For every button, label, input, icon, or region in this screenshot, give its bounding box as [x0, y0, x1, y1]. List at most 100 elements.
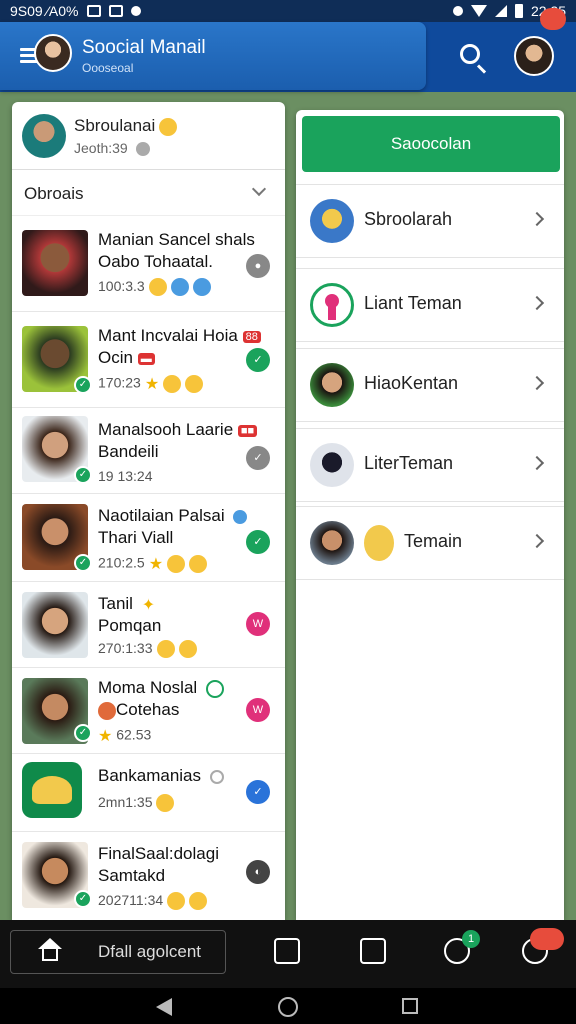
contact-name: Bankamanias	[98, 766, 224, 786]
contact-item[interactable]: ✓ Naotilaian Palsai Thari Viall 210:2.5 ★…	[12, 494, 285, 582]
status-bar: 9S09 ⁄A0% 22:25	[0, 0, 576, 22]
emoji-icon	[185, 375, 204, 393]
status-icon[interactable]: ✓	[246, 780, 270, 804]
contact-time: 100:3.3	[98, 278, 211, 297]
section-title: Obroais	[24, 184, 84, 203]
menu-item-label: Temain	[404, 531, 463, 551]
search-icon	[460, 44, 480, 64]
chevron-right-icon	[529, 533, 545, 549]
contact-time: 2mn1:35	[98, 794, 175, 813]
emoji-icon	[98, 701, 116, 720]
contact-time: ★ 62.53	[98, 726, 152, 745]
sparkle-icon: ✦	[141, 596, 156, 614]
contact-name: Mant Incvalai Hoia 88	[98, 326, 261, 346]
search-button[interactable]	[456, 40, 492, 76]
primary-action-button[interactable]: Saoocolan	[302, 116, 560, 172]
ribbon-icon	[310, 283, 354, 327]
contact-item[interactable]: Bankamanias 2mn1:35 ✓	[12, 754, 285, 832]
friend-menu-item[interactable]: HiaoKentan	[296, 348, 564, 422]
contact-subtitle: Thari Viall	[98, 528, 174, 547]
battery-icon	[514, 4, 523, 18]
globe-emoji-icon	[170, 278, 189, 297]
home-icon[interactable]	[38, 938, 62, 962]
contact-name: FinalSaal:dolagi	[98, 844, 219, 863]
status-icon[interactable]: ✓	[246, 530, 270, 554]
status-icon[interactable]: ✓	[246, 348, 270, 372]
app-bar: Soocial Manail Oooseoal	[0, 22, 576, 92]
friend-menu-item[interactable]: Sbroolarah	[296, 184, 564, 258]
friends-panel: Saoocolan Sbroolarah Liant Teman HiaoKen…	[296, 110, 564, 920]
app-title: Soocial Manail	[82, 37, 206, 58]
emoji-icon	[156, 794, 175, 813]
chevron-down-icon	[251, 181, 267, 197]
alarm-icon	[452, 6, 463, 16]
friend-menu-item[interactable]: LiterTeman	[296, 428, 564, 502]
emoji-icon	[163, 375, 182, 393]
menu-item-label: HiaoKentan	[364, 373, 459, 393]
contact-time: 170:23 ★	[98, 374, 204, 394]
bag-icon[interactable]	[274, 938, 300, 964]
avatar	[22, 592, 88, 658]
contact-item[interactable]: ✓ FinalSaal:dolagi Samtakd 202711:34 ◐	[12, 832, 285, 920]
star-icon: ★	[144, 376, 160, 393]
status-icon[interactable]: W	[246, 698, 270, 722]
chat-icon[interactable]	[360, 938, 386, 964]
contact-item[interactable]: ✓ Manalsooh Laarie ■■ Bandeili 19 13:24 …	[12, 408, 285, 494]
smiley-outline-icon	[205, 679, 224, 698]
contact-item[interactable]: Manian Sancel shals Oabo Tohaatal. 100:3…	[12, 216, 285, 312]
contact-subtitle: Pomqan	[98, 616, 162, 635]
chevron-right-icon	[529, 375, 545, 391]
circle-home-icon[interactable]	[278, 997, 298, 1017]
menu-item-label: Sbroolarah	[364, 209, 453, 229]
menu-item-label: LiterTeman	[364, 453, 454, 473]
friend-menu-item[interactable]: Liant Teman	[296, 268, 564, 342]
current-user-name: Sbroulanai	[74, 116, 178, 136]
app-subtitle: Oooseoal	[82, 61, 134, 75]
contact-subtitle: Oabo Tohaatal.	[98, 252, 213, 271]
emoji-icon	[189, 892, 208, 911]
chevron-right-icon	[529, 295, 545, 311]
back-icon[interactable]	[156, 998, 172, 1016]
verified-check-icon: ✓	[74, 554, 92, 572]
bottom-nav-label[interactable]: Dfall agolcent	[98, 942, 201, 962]
avatar	[310, 521, 354, 565]
current-user-time: Jeoth:39	[74, 140, 150, 157]
contact-subtitle: Ocin ▬	[98, 348, 155, 368]
signal-icon	[494, 5, 507, 17]
label-icon: ■■	[237, 424, 258, 437]
system-navigation	[0, 988, 576, 1024]
share-icon	[108, 5, 123, 17]
contact-item[interactable]: Tanil ✦ Pomqan 270:1:33 W	[12, 582, 285, 668]
gift-icon: ▬	[137, 352, 155, 365]
notification-badge[interactable]	[540, 8, 566, 30]
verified-check-icon: ✓	[74, 890, 92, 908]
contact-name: Tanil ✦	[98, 594, 156, 614]
verified-check-icon: ✓	[74, 376, 92, 394]
contact-item[interactable]: ✓ Mant Incvalai Hoia 88 Ocin ▬ 170:23 ★ ✓	[12, 312, 285, 408]
friend-menu-item[interactable]: Temain	[296, 506, 564, 580]
current-user-card[interactable]: Sbroulanai Jeoth:39	[12, 102, 285, 170]
contacts-section-header[interactable]: Obroais	[12, 170, 285, 216]
profile-avatar-button[interactable]	[514, 36, 554, 76]
contact-item[interactable]: ✓ Moma Noslal Cotehas ★ 62.53 W	[12, 668, 285, 754]
status-icon[interactable]: ✓	[246, 446, 270, 470]
smile-emoji-icon	[159, 117, 178, 136]
emoji-icon	[148, 278, 167, 297]
recents-icon[interactable]	[402, 998, 418, 1014]
status-icon[interactable]: ●	[246, 254, 270, 278]
status-icon[interactable]: W	[246, 612, 270, 636]
timer-badge: 1	[462, 930, 480, 948]
wifi-icon	[470, 5, 487, 17]
avatar	[310, 199, 354, 243]
verified-check-icon: ✓	[74, 724, 92, 742]
app-avatar[interactable]	[34, 34, 72, 72]
emoji-icon	[156, 640, 175, 659]
contacts-panel: Sbroulanai Jeoth:39 Obroais Manian Sance…	[12, 102, 285, 920]
globe-emoji-icon	[192, 278, 211, 297]
contact-time: 210:2.5 ★	[98, 554, 208, 574]
app-header: Soocial Manail Oooseoal	[0, 22, 426, 90]
emoji-icon	[167, 555, 186, 573]
status-icon[interactable]: ◐	[246, 860, 270, 884]
avatar	[22, 230, 88, 296]
location-icon	[130, 6, 141, 16]
